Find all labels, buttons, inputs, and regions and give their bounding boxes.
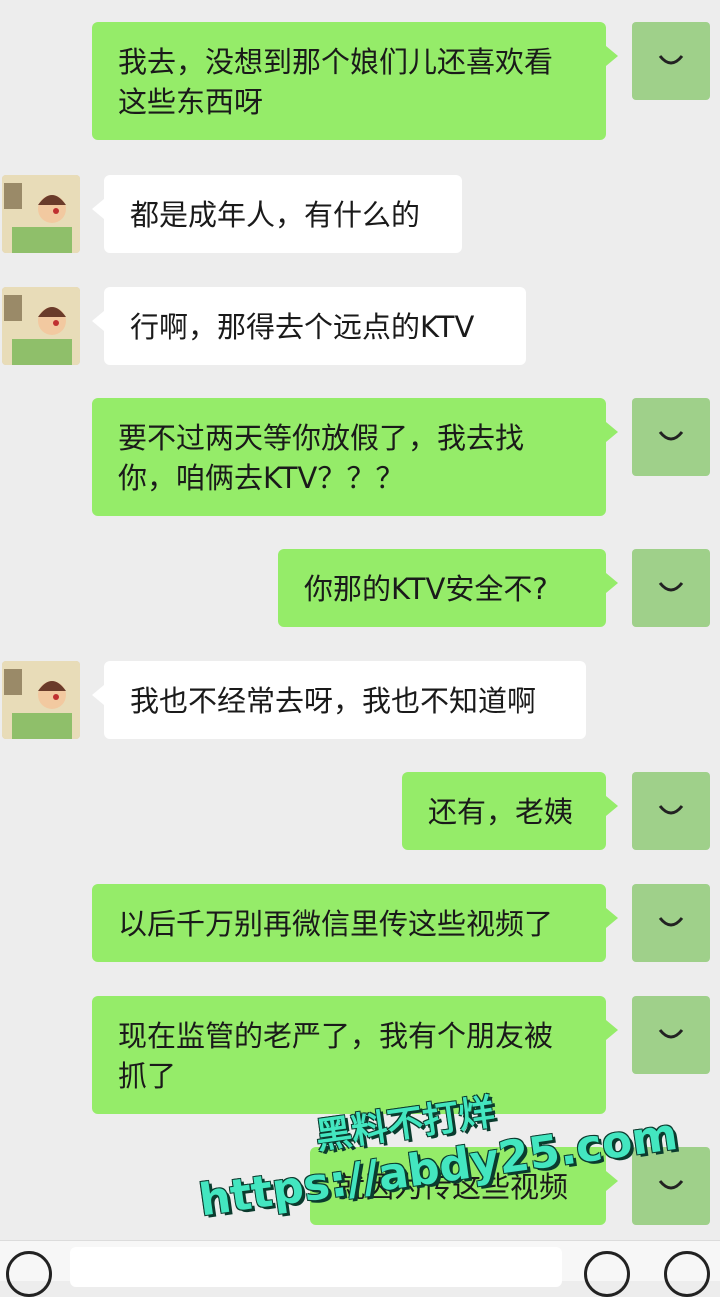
my-avatar[interactable] <box>632 884 710 962</box>
voice-icon[interactable] <box>6 1251 52 1297</box>
smiley-avatar-icon <box>658 431 684 441</box>
message-bubble-me[interactable]: 以后千万别再微信里传这些视频了 <box>92 884 618 962</box>
smiley-avatar-icon <box>658 917 684 927</box>
smiley-avatar-icon <box>658 55 684 65</box>
message-bubble-me[interactable]: 你那的KTV安全不? <box>278 549 618 627</box>
contact-avatar[interactable] <box>2 661 80 739</box>
message-bubble-me[interactable]: 我去，没想到那个娘们儿还喜欢看这些东西呀 <box>92 22 618 140</box>
smiley-avatar-icon <box>658 805 684 815</box>
cartoon-avatar-icon <box>2 661 80 739</box>
input-toolbar <box>0 1240 720 1297</box>
message-bubble-me[interactable]: 要不过两天等你放假了，我去找你，咱俩去KTV？？？ <box>92 398 618 516</box>
message-bubble-them[interactable]: 都是成年人，有什么的 <box>92 175 462 253</box>
contact-avatar[interactable] <box>2 175 80 253</box>
cartoon-avatar-icon <box>2 175 80 253</box>
my-avatar[interactable] <box>632 22 710 100</box>
plus-icon[interactable] <box>664 1251 710 1297</box>
cartoon-avatar-icon <box>2 287 80 365</box>
message-bubble-them[interactable]: 行啊，那得去个远点的KTV <box>92 287 526 365</box>
message-bubble-me[interactable]: 还有，老姨 <box>402 772 618 850</box>
message-bubble-them[interactable]: 我也不经常去呀，我也不知道啊 <box>92 661 586 739</box>
smiley-avatar-icon <box>658 1180 684 1190</box>
message-bubble-me[interactable]: 现在监管的老严了，我有个朋友被抓了 <box>92 996 618 1114</box>
emoji-icon[interactable] <box>584 1251 630 1297</box>
chat-area[interactable]: 我去，没想到那个娘们儿还喜欢看这些东西呀 都是成年人，有什么的 行啊，那得去个远… <box>0 0 720 1240</box>
message-input[interactable] <box>70 1247 562 1287</box>
smiley-avatar-icon <box>658 1029 684 1039</box>
my-avatar[interactable] <box>632 996 710 1074</box>
smiley-avatar-icon <box>658 582 684 592</box>
contact-avatar[interactable] <box>2 287 80 365</box>
my-avatar[interactable] <box>632 549 710 627</box>
my-avatar[interactable] <box>632 772 710 850</box>
my-avatar[interactable] <box>632 398 710 476</box>
